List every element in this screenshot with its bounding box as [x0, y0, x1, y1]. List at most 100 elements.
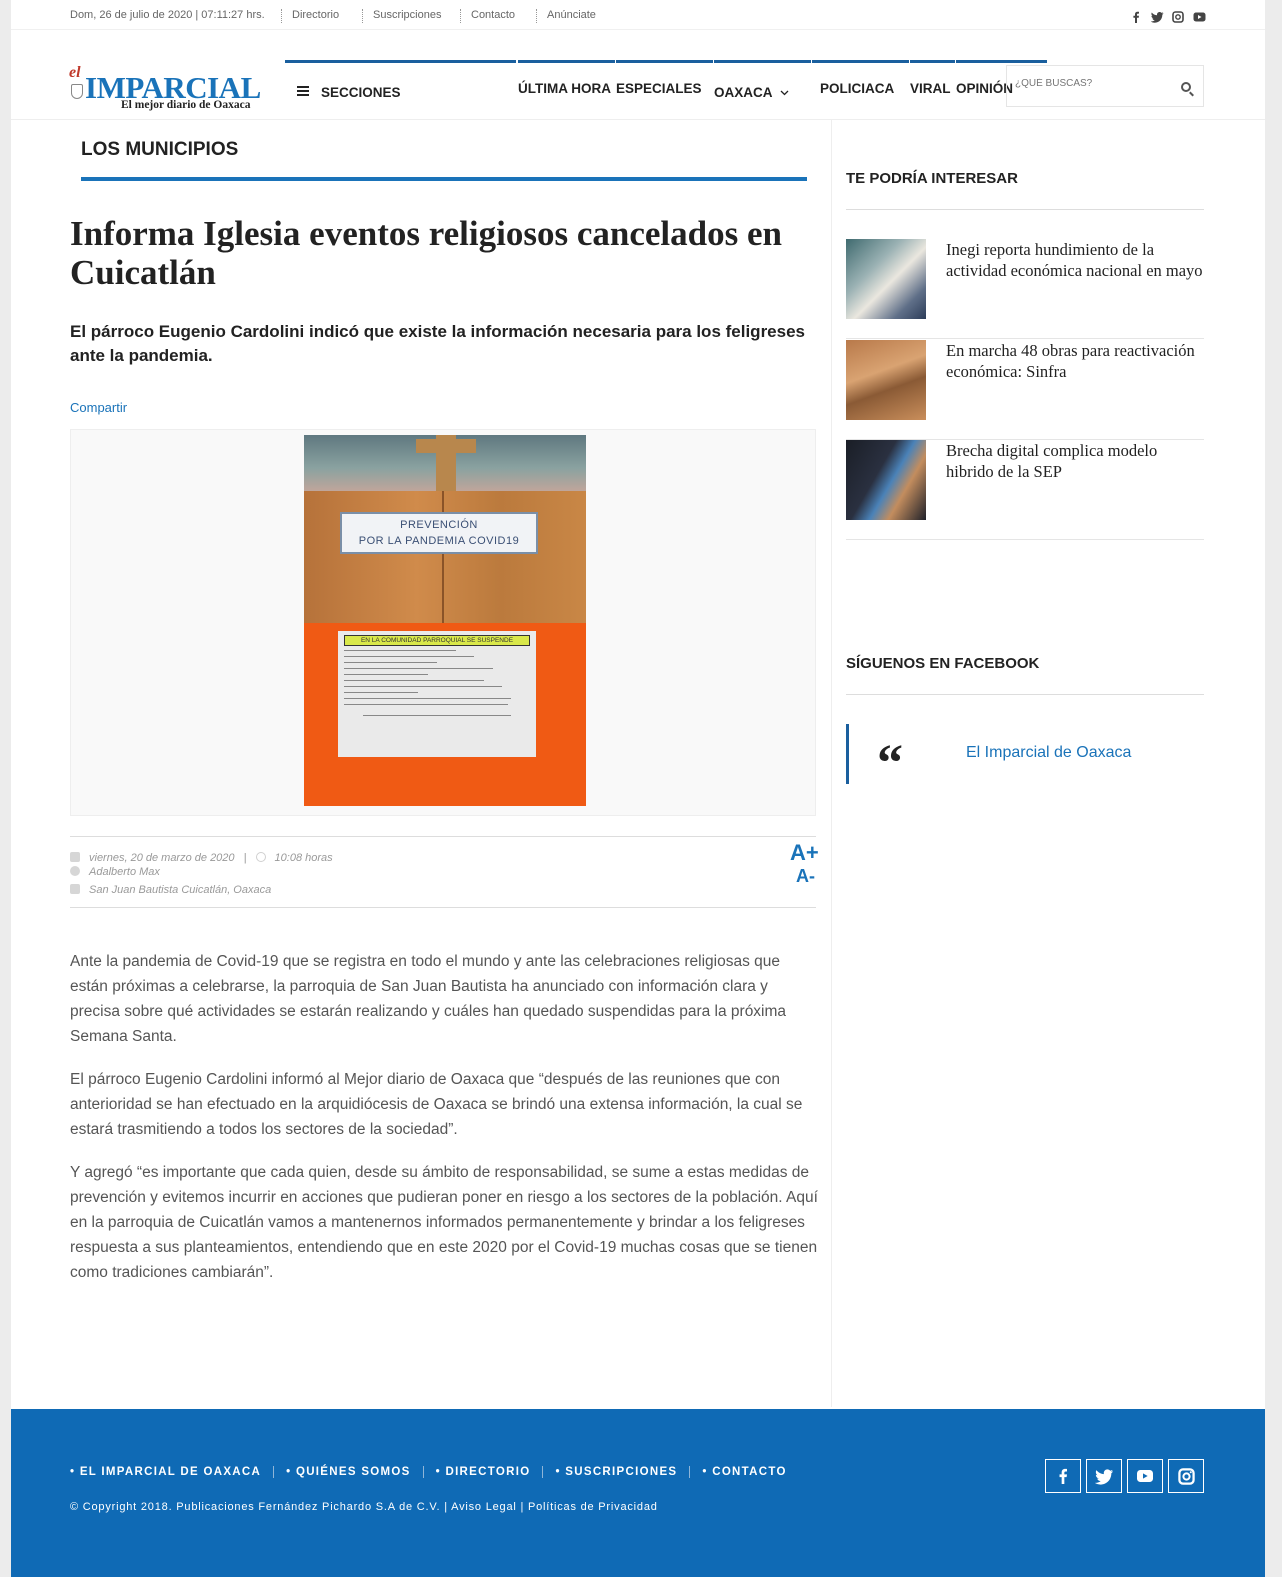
- sheet-line: [344, 680, 484, 683]
- article-paragraph: Y agregó “es importante que cada quien, …: [70, 1164, 818, 1281]
- footer-link-directorio[interactable]: • DIRECTORIO: [424, 1466, 544, 1478]
- youtube-icon[interactable]: [1193, 11, 1206, 23]
- nav-item-policiaca[interactable]: POLICIACA: [812, 60, 909, 120]
- instagram-icon[interactable]: [1168, 1459, 1204, 1493]
- footer-link-quienes-somos[interactable]: • QUIÉNES SOMOS: [274, 1466, 424, 1478]
- article-author-row: Adalberto Max: [70, 866, 160, 878]
- top-bar: Dom, 26 de julio de 2020 | 07:11:27 hrs.…: [11, 0, 1265, 30]
- sheet-line: [344, 686, 503, 689]
- sheet-line: [344, 656, 475, 659]
- topbar-link-contacto[interactable]: Contacto: [459, 9, 515, 23]
- user-icon: [70, 866, 80, 876]
- sidebar-divider: [831, 120, 832, 1407]
- copyright: © Copyright 2018. Publicaciones Fernánde…: [70, 1501, 658, 1513]
- sign-line: PREVENCIÓN: [400, 519, 478, 531]
- sheet-line: [344, 650, 456, 653]
- related-item[interactable]: Brecha digital complica modelo hibrido d…: [846, 440, 1204, 540]
- facebook-icon[interactable]: [1130, 11, 1142, 23]
- menu-icon: [297, 86, 309, 96]
- article-author: Adalberto Max: [89, 866, 160, 878]
- logo-prefix: el: [69, 64, 81, 81]
- sheet-line: [344, 692, 419, 695]
- related-item[interactable]: En marcha 48 obras para reactivación eco…: [846, 340, 1204, 440]
- topbar-link-suscripciones[interactable]: Suscripciones: [361, 9, 441, 23]
- nav-item-ultima-hora[interactable]: ÚLTIMA HORA: [518, 60, 615, 120]
- search-box: [1006, 65, 1204, 107]
- site-footer: • EL IMPARCIAL DE OAXACA • QUIÉNES SOMOS…: [11, 1409, 1265, 1577]
- photo-wood-panel: [304, 491, 586, 623]
- nav-label: OPINIÓN: [956, 81, 1014, 96]
- twitter-icon[interactable]: [1086, 1459, 1122, 1493]
- header-divider: [11, 119, 1265, 120]
- sheet-line: [344, 662, 437, 665]
- related-thumbnail[interactable]: [846, 239, 926, 319]
- article-figure: PREVENCIÓN POR LA PANDEMIA COVID19 EN LA…: [70, 429, 816, 816]
- nav-label: ESPECIALES: [616, 81, 702, 96]
- font-size-decrease-button[interactable]: A-: [796, 866, 815, 887]
- footer-link-suscripciones[interactable]: • SUSCRIPCIONES: [543, 1466, 691, 1478]
- nav-item-especiales[interactable]: ESPECIALES: [616, 60, 713, 120]
- photo-sign-sheet: EN LA COMUNIDAD PARROQUIAL SE SUSPENDE: [338, 631, 536, 757]
- search-input[interactable]: [1015, 78, 1165, 89]
- calendar-icon: [70, 852, 80, 862]
- shield-icon: [71, 84, 83, 99]
- related-title: TE PODRÍA INTERESAR: [846, 170, 1018, 187]
- search-icon[interactable]: [1181, 82, 1191, 92]
- youtube-icon[interactable]: [1127, 1459, 1163, 1493]
- nav-label: POLICIACA: [820, 81, 895, 96]
- facebook-icon[interactable]: [1045, 1459, 1081, 1493]
- facebook-widget: “ El Imparcial de Oaxaca: [846, 724, 1204, 790]
- nav-label: SECCIONES: [321, 85, 401, 100]
- facebook-title-divider: [846, 694, 1204, 695]
- footer-link-el-imparcial[interactable]: • EL IMPARCIAL DE OAXACA: [70, 1466, 275, 1478]
- article-time: 10:08 horas: [274, 852, 333, 864]
- nav-label: OAXACA: [714, 85, 773, 100]
- article-location-row: San Juan Bautista Cuicatlán, Oaxaca: [70, 884, 271, 896]
- footer-social-icons: [1045, 1459, 1204, 1493]
- top-social-icons: [1130, 11, 1206, 23]
- footer-link-contacto[interactable]: • CONTACTO: [690, 1466, 798, 1478]
- related-item[interactable]: Inegi reporta hundimiento de la activida…: [846, 239, 1204, 339]
- article-date: viernes, 20 de marzo de 2020: [89, 852, 235, 864]
- section-title[interactable]: LOS MUNICIPIOS: [81, 139, 238, 161]
- current-date: Dom, 26 de julio de 2020 | 07:11:27 hrs.: [70, 9, 265, 21]
- quote-icon: “: [877, 735, 903, 792]
- nav-label: ÚLTIMA HORA: [518, 81, 611, 96]
- related-thumbnail[interactable]: [846, 340, 926, 420]
- topbar-link-anunciate[interactable]: Anúnciate: [536, 9, 596, 23]
- related-thumbnail[interactable]: [846, 440, 926, 520]
- share-link[interactable]: Compartir: [70, 400, 127, 415]
- related-title-link[interactable]: En marcha 48 obras para reactivación eco…: [946, 340, 1204, 382]
- photo-seam: [442, 491, 444, 623]
- facebook-section-title: SÍGUENOS EN FACEBOOK: [846, 655, 1040, 672]
- nav-item-secciones[interactable]: SECCIONES: [285, 60, 516, 120]
- section-underline: [81, 177, 807, 181]
- cross-bar: [416, 439, 476, 453]
- sign-line: POR LA PANDEMIA COVID19: [358, 535, 520, 547]
- sheet-header: EN LA COMUNIDAD PARROQUIAL SE SUSPENDE: [344, 635, 530, 647]
- footer-nav: • EL IMPARCIAL DE OAXACA • QUIÉNES SOMOS…: [70, 1462, 799, 1482]
- nav-item-viral[interactable]: VIRAL: [910, 60, 955, 120]
- meta-divider-top: [70, 836, 816, 837]
- instagram-icon[interactable]: [1172, 11, 1184, 23]
- article-location: San Juan Bautista Cuicatlán, Oaxaca: [89, 884, 272, 896]
- facebook-page-link[interactable]: El Imparcial de Oaxaca: [966, 744, 1131, 762]
- related-title-divider: [846, 209, 1204, 210]
- sheet-line: [344, 674, 428, 677]
- site-logo[interactable]: el IMPARCIAL El mejor diario de Oaxaca: [69, 64, 271, 114]
- topbar-link-directorio[interactable]: Directorio: [280, 9, 339, 23]
- meta-divider-bottom: [70, 907, 816, 908]
- chevron-down-icon: [780, 90, 789, 96]
- font-size-increase-button[interactable]: A+: [790, 840, 819, 866]
- sheet-line: [344, 704, 508, 707]
- map-icon: [70, 884, 80, 894]
- article-subhead: El párroco Eugenio Cardolini indicó que …: [70, 322, 806, 365]
- sheet-line: [344, 698, 512, 701]
- logo-tagline: El mejor diario de Oaxaca: [121, 99, 251, 111]
- nav-item-oaxaca[interactable]: OAXACA: [714, 60, 811, 120]
- related-title-link[interactable]: Inegi reporta hundimiento de la activida…: [946, 239, 1204, 281]
- clock-icon: [255, 852, 266, 862]
- twitter-icon[interactable]: [1150, 11, 1164, 23]
- related-title-link[interactable]: Brecha digital complica modelo hibrido d…: [946, 440, 1204, 482]
- article-photo[interactable]: PREVENCIÓN POR LA PANDEMIA COVID19 EN LA…: [304, 435, 586, 806]
